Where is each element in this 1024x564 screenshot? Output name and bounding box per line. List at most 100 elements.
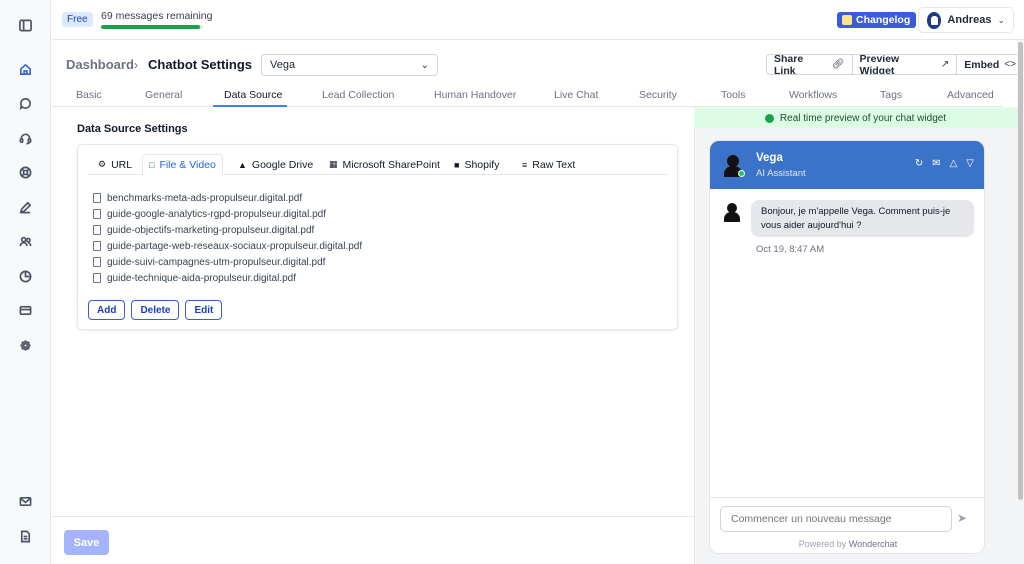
preview-widget-label: Preview Widget [859, 54, 900, 75]
list-item[interactable]: guide-objectifs-marketing-propulseur.dig… [93, 222, 362, 238]
source-tab-label: Google Drive [251, 158, 314, 171]
bot-message: Bonjour, je m'appelle Vega. Comment puis… [751, 200, 974, 237]
settings-gear-icon[interactable] [17, 337, 34, 354]
share-link-button[interactable]: Share Link 🔗︎ [767, 55, 853, 74]
toggle-sidebar-icon[interactable] [17, 17, 34, 34]
delete-button[interactable]: Delete [131, 300, 180, 320]
check-circle-icon [764, 113, 774, 123]
email-icon[interactable]: ✉︎ [932, 158, 940, 169]
send-icon[interactable]: ➤ [957, 511, 967, 525]
shopify-bag-icon: ■ [454, 159, 460, 170]
add-button[interactable]: Add [88, 300, 126, 320]
powered-by-prefix: Powered by [798, 539, 847, 549]
mail-icon[interactable] [17, 493, 34, 510]
top-bar: Free 69 messages remaining Changelog And… [52, 0, 1024, 40]
embed-button[interactable]: Embed <> [957, 55, 1023, 74]
source-tab-file-video[interactable]: □ File & Video [142, 154, 223, 175]
scrollbar-thumb[interactable] [1018, 42, 1023, 500]
powered-by: Powered by Wonderchat [710, 539, 984, 549]
google-drive-icon: ▲ [238, 159, 247, 170]
text-lines-icon: ≡ [522, 159, 528, 170]
list-item[interactable]: guide-google-analytics-rgpd-propulseur.d… [93, 206, 362, 222]
billing-card-icon[interactable] [17, 302, 34, 319]
tab-tags[interactable]: Tags [880, 89, 902, 101]
file-name: guide-technique-aida-propulseur.digital.… [107, 272, 297, 284]
list-item[interactable]: benchmarks-meta-ads-propulseur.digital.p… [93, 190, 362, 206]
tab-general[interactable]: General [145, 89, 182, 101]
file-actions: Add Delete Edit [88, 300, 223, 320]
thumbs-down-icon[interactable]: ▽ [966, 158, 974, 169]
thumbs-up-icon[interactable]: △ [950, 158, 958, 169]
tab-lead-collection[interactable]: Lead Collection [322, 89, 394, 101]
source-tab-url[interactable]: ⚙︎ URL [92, 154, 138, 175]
active-tab-indicator [213, 105, 287, 107]
home-icon[interactable] [17, 61, 34, 78]
tab-security[interactable]: Security [639, 89, 677, 101]
tab-basic[interactable]: Basic [76, 89, 102, 101]
changelog-button[interactable]: Changelog [837, 12, 917, 28]
help-lifebuoy-icon[interactable] [17, 164, 34, 181]
source-tab-google-drive[interactable]: ▲ Google Drive [232, 154, 319, 175]
file-name: guide-suivi-campagnes-utm-propulseur.dig… [107, 256, 326, 268]
file-icon [93, 193, 101, 203]
preview-widget-button[interactable]: Preview Widget ↗ [853, 55, 958, 74]
changelog-icon [842, 15, 852, 25]
file-icon [93, 225, 101, 235]
message-timestamp: Oct 19, 8:47 AM [756, 244, 825, 255]
widget-header: Vega AI Assistant ↻ ✉︎ △ ▽ [710, 141, 984, 189]
breadcrumb-separator-icon: › [134, 58, 138, 72]
left-rail [0, 0, 51, 564]
preview-banner-text: Real time preview of your chat widget [779, 112, 947, 124]
footer-bar [52, 516, 694, 564]
refresh-icon[interactable]: ↻ [915, 158, 923, 169]
share-link-label: Share Link [774, 54, 804, 75]
file-icon [93, 257, 101, 267]
tab-data-source[interactable]: Data Source [224, 89, 282, 101]
source-tab-label: File & Video [159, 158, 216, 171]
users-icon[interactable] [17, 233, 34, 250]
chat-icon[interactable] [17, 95, 34, 112]
message-input[interactable] [720, 506, 952, 532]
file-name: guide-google-analytics-rgpd-propulseur.d… [107, 208, 327, 220]
tab-human-handover[interactable]: Human Handover [434, 89, 516, 101]
avatar [927, 11, 942, 29]
user-name: Andreas [947, 14, 992, 26]
bot-select-value: Vega [270, 59, 296, 71]
edit-button[interactable]: Edit [185, 300, 223, 320]
bot-select[interactable]: Vega ⌄ [261, 54, 438, 76]
source-tabs: ⚙︎ URL □ File & Video ▲ Google Drive ▦ M… [88, 154, 668, 175]
analytics-pie-icon[interactable] [17, 268, 34, 285]
widget-header-actions: ↻ ✉︎ △ ▽ [915, 158, 974, 169]
header-actions: Share Link 🔗︎ Preview Widget ↗ Embed <> [766, 54, 1024, 75]
source-tab-label: Raw Text [532, 158, 576, 171]
changelog-label: Changelog [856, 14, 911, 26]
list-item[interactable]: guide-technique-aida-propulseur.digital.… [93, 270, 362, 286]
document-icon[interactable] [17, 528, 34, 545]
tab-live-chat[interactable]: Live Chat [554, 89, 598, 101]
support-agent-icon[interactable] [17, 130, 34, 147]
messages-progress-bar [101, 25, 203, 29]
online-status-icon [738, 170, 745, 177]
tab-tools[interactable]: Tools [721, 89, 746, 101]
list-item[interactable]: guide-suivi-campagnes-utm-propulseur.dig… [93, 254, 362, 270]
file-icon [93, 209, 101, 219]
chevron-down-icon: ⌄ [997, 14, 1005, 25]
source-tab-shopify[interactable]: ■ Shopify [448, 154, 505, 175]
list-item[interactable]: guide-partage-web-reseaux-sociaux-propul… [93, 238, 362, 254]
file-name: guide-objectifs-marketing-propulseur.dig… [107, 224, 315, 236]
source-tab-label: Microsoft SharePoint [342, 158, 440, 171]
tab-advanced[interactable]: Advanced [947, 89, 994, 101]
chevron-down-icon: ⌄ [420, 59, 429, 71]
source-tab-raw-text[interactable]: ≡ Raw Text [516, 154, 581, 175]
edit-pen-icon[interactable] [17, 199, 34, 216]
source-tab-sharepoint[interactable]: ▦ Microsoft SharePoint [323, 154, 446, 175]
source-tab-label: Shopify [464, 158, 500, 171]
save-button[interactable]: Save [64, 530, 109, 555]
breadcrumb-dashboard[interactable]: Dashboard [66, 57, 134, 72]
bot-name: Vega [756, 152, 783, 164]
settings-tabs: Basic General Data Source Lead Collectio… [52, 86, 1002, 107]
powered-by-brand[interactable]: Wonderchat [849, 539, 897, 549]
tab-workflows[interactable]: Workflows [789, 89, 837, 101]
section-title: Data Source Settings [77, 123, 188, 135]
user-menu-button[interactable]: Andreas ⌄ [918, 7, 1014, 33]
